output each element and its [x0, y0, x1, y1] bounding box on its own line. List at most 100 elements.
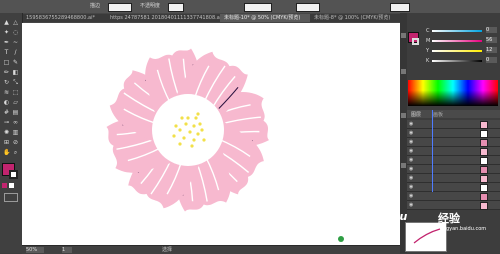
eye-icon[interactable]: ◉	[409, 139, 415, 145]
tab-document-1[interactable]: 1595836755289468800.ai*	[22, 14, 110, 22]
stroke-swatch[interactable]	[9, 170, 18, 179]
page-number[interactable]: 1	[62, 247, 72, 253]
warp-icon[interactable]: ≋	[3, 89, 10, 96]
channel-value-m[interactable]: 56	[486, 37, 497, 43]
rotate-icon[interactable]: ↻	[3, 79, 10, 86]
channel-label-k: K	[426, 58, 430, 64]
channel-slider-m[interactable]	[432, 40, 482, 42]
eyedropper-icon[interactable]: ⊸	[3, 119, 10, 126]
width-field[interactable]	[244, 3, 272, 12]
flower-artwork[interactable]	[22, 23, 400, 245]
layer-row[interactable]: ◉	[407, 183, 500, 192]
eye-icon[interactable]: ◉	[409, 175, 415, 181]
layer-color-line	[432, 110, 433, 192]
perspective-icon[interactable]: ▱	[12, 99, 19, 106]
eye-icon[interactable]: ◉	[409, 193, 415, 199]
stamen-dot	[198, 122, 202, 126]
height-field[interactable]	[296, 3, 320, 12]
artboard-canvas[interactable]	[22, 23, 400, 245]
tab-layers[interactable]: 图层	[411, 111, 421, 118]
eye-icon[interactable]: ◉	[409, 184, 415, 190]
layers-panel-icon[interactable]	[401, 113, 406, 118]
stroke-weight-field[interactable]	[108, 3, 132, 12]
hand-icon[interactable]: ✋	[3, 149, 10, 156]
layer-row[interactable]: ◉	[407, 192, 500, 201]
stamen-dot	[178, 128, 182, 132]
watermark-brand: Baidu	[372, 210, 408, 223]
status-mode: 选择	[162, 247, 173, 253]
stamen-dot	[178, 142, 182, 146]
graph-icon[interactable]: ▥	[12, 129, 19, 136]
channel-value-c[interactable]: 0	[486, 27, 497, 33]
channel-slider-k[interactable]	[432, 60, 482, 62]
mesh-icon[interactable]: #	[3, 109, 10, 116]
color-panel-icon[interactable]	[401, 33, 406, 38]
free-transform-icon[interactable]: ⬚	[12, 89, 19, 96]
layer-row[interactable]: ◉	[407, 201, 500, 210]
eraser-icon[interactable]: ◧	[12, 69, 19, 76]
channel-slider-y[interactable]	[432, 50, 482, 52]
layer-row[interactable]: ◉	[407, 120, 500, 129]
stroke-panel-icon[interactable]	[401, 163, 406, 168]
eye-icon[interactable]: ◉	[409, 202, 415, 208]
lasso-icon[interactable]: ◌	[12, 29, 19, 36]
eye-icon[interactable]: ◉	[409, 166, 415, 172]
tab-artboards[interactable]: 画板	[433, 111, 443, 118]
eye-icon[interactable]: ◉	[409, 148, 415, 154]
type-icon[interactable]: T	[3, 49, 10, 56]
line-icon[interactable]: /	[12, 49, 19, 56]
flower-center-disc	[152, 94, 224, 166]
eye-icon[interactable]: ◉	[409, 121, 415, 127]
layer-row[interactable]: ◉	[407, 129, 500, 138]
color-mode-icon[interactable]	[2, 183, 7, 188]
zoom-icon[interactable]: ⌕	[12, 149, 19, 156]
layer-row[interactable]: ◉	[407, 147, 500, 156]
layer-row[interactable]: ◉	[407, 156, 500, 165]
brush-icon[interactable]: ✎	[12, 59, 19, 66]
layer-thumbnail	[480, 121, 488, 129]
stamen-dot	[190, 144, 194, 148]
x-field[interactable]	[390, 3, 410, 12]
pen-icon[interactable]: ✒	[3, 39, 10, 46]
layer-row[interactable]: ◉	[407, 138, 500, 147]
zoom-level[interactable]: 50%	[26, 247, 44, 253]
eye-icon[interactable]: ◉	[409, 130, 415, 136]
slice-icon[interactable]: ⊘	[12, 139, 19, 146]
magic-wand-icon[interactable]: ✦	[3, 29, 10, 36]
curvature-icon[interactable]: ~	[12, 39, 19, 46]
stamen-dot	[174, 124, 178, 128]
stamen-dot	[180, 116, 184, 120]
scale-icon[interactable]: ⤡	[12, 79, 19, 86]
tab-document-3[interactable]: 未标题-10* @ 50% (CMYK/预览)	[220, 14, 314, 22]
swatches-panel-icon[interactable]	[401, 69, 406, 74]
screen-mode-icon[interactable]	[4, 193, 18, 202]
stamen-dot	[172, 134, 176, 138]
channel-value-k[interactable]: 0	[486, 57, 497, 63]
layer-row[interactable]: ◉	[407, 165, 500, 174]
layer-thumbnail	[480, 193, 488, 201]
gradient-icon[interactable]: ▤	[12, 109, 19, 116]
artboard-icon[interactable]: ⊞	[3, 139, 10, 146]
color-spectrum[interactable]	[408, 80, 498, 106]
stamen-dot	[202, 138, 206, 142]
channel-slider-c[interactable]	[432, 30, 482, 32]
opacity-field[interactable]	[168, 3, 184, 12]
rectangle-icon[interactable]: □	[3, 59, 10, 66]
blend-icon[interactable]: ∞	[12, 119, 19, 126]
layer-thumbnail	[480, 130, 488, 138]
ime-toolbar[interactable]	[336, 235, 392, 243]
channel-value-y[interactable]: 12	[486, 47, 497, 53]
color-stroke-swatch[interactable]	[412, 38, 419, 45]
selection-tool-icon[interactable]: ▲	[3, 19, 10, 26]
direct-selection-icon[interactable]: △	[12, 19, 19, 26]
eye-icon[interactable]: ◉	[409, 157, 415, 163]
tab-document-2[interactable]: https 24787581 20180401111337741808.ai*	[106, 14, 224, 22]
watermark-url: jingyan.baidu.com	[440, 226, 487, 232]
tab-document-4[interactable]: 未标题-8* @ 100% (CMYK/预览)	[310, 14, 404, 22]
layer-row[interactable]: ◉	[407, 174, 500, 183]
shape-builder-icon[interactable]: ◐	[3, 99, 10, 106]
symbol-sprayer-icon[interactable]: ✺	[3, 129, 10, 136]
pencil-icon[interactable]: ✏	[3, 69, 10, 76]
stamen-dot	[184, 122, 188, 126]
none-mode-icon[interactable]	[9, 183, 14, 188]
